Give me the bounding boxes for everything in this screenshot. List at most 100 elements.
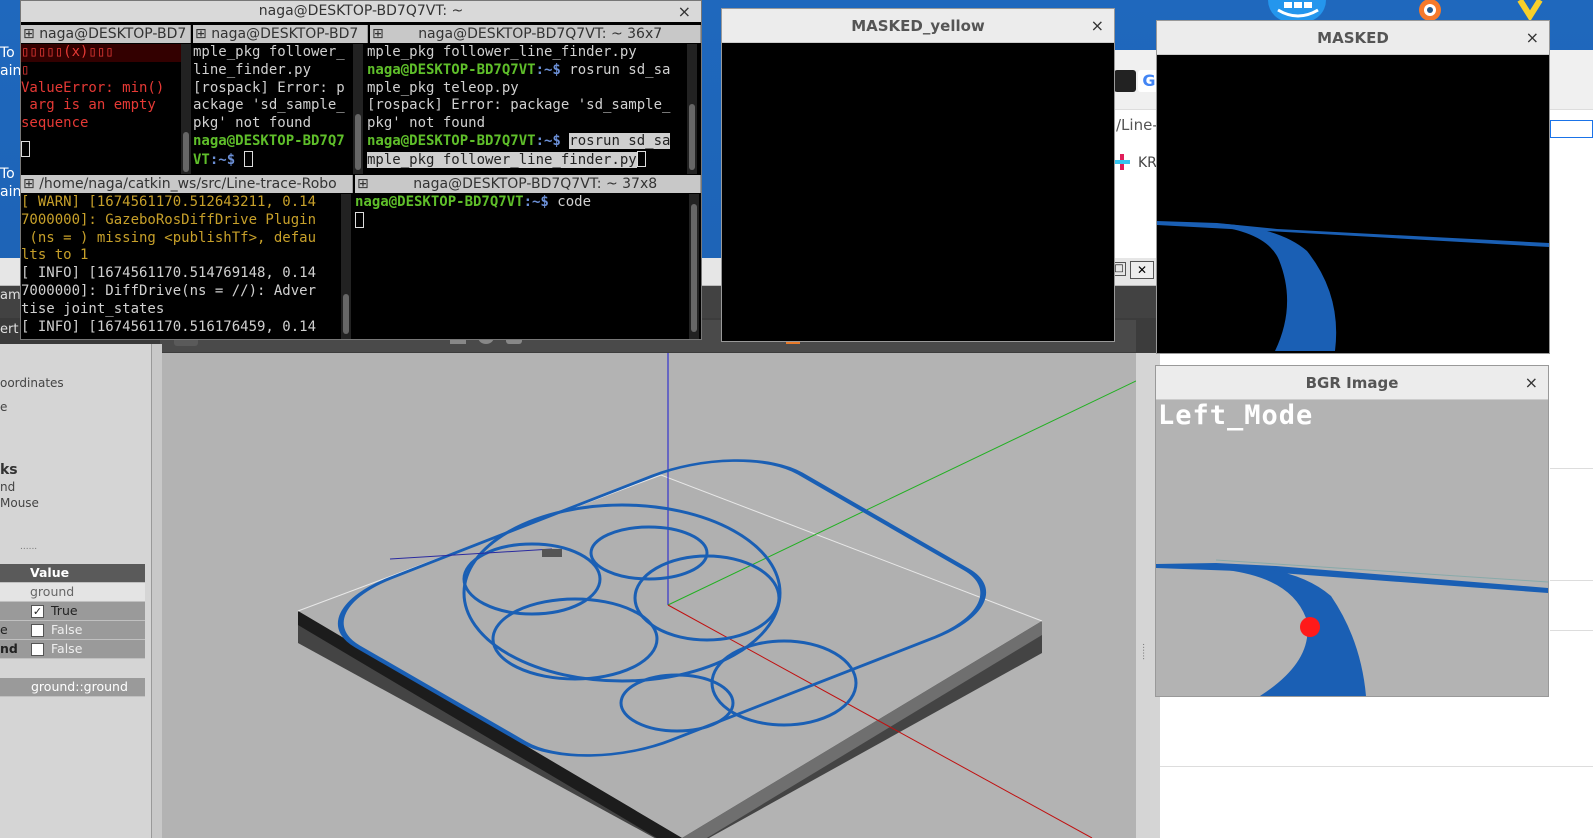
command-text: code bbox=[557, 194, 592, 210]
terminal-pane-5[interactable]: naga@DESKTOP-BD7Q7VT:~$ code bbox=[355, 194, 689, 339]
log-line: [ WARN] [1674561170.512643211, 0.14 bbox=[21, 194, 317, 210]
log-line: [ INFO] [1674561170.514769148, 0.14 bbox=[21, 265, 317, 282]
divider bbox=[1550, 580, 1593, 581]
scrollbar[interactable] bbox=[353, 44, 363, 174]
tree-item-coordinates[interactable]: oordinates bbox=[0, 376, 64, 390]
checkbox[interactable] bbox=[31, 624, 44, 637]
command-text-selected: rosrun sd_sa bbox=[569, 132, 671, 149]
prompt-user: naga@DESKTOP-BD7Q7 bbox=[193, 132, 345, 149]
tab-label: naga@DESKTOP-BD7 bbox=[211, 26, 359, 42]
scrollbar[interactable] bbox=[181, 44, 191, 174]
bgr-image bbox=[1156, 400, 1549, 696]
terminal-title: naga@DESKTOP-BD7Q7VT: ~ bbox=[258, 3, 464, 19]
close-button[interactable]: ✕ bbox=[1130, 261, 1154, 279]
window-title: BGR Image bbox=[1305, 374, 1399, 392]
scrollbar-thumb[interactable] bbox=[183, 132, 189, 172]
tab-terminal-2[interactable]: ⊞ naga@DESKTOP-BD7 bbox=[193, 25, 368, 43]
masked-yellow-window: MASKED_yellow × bbox=[721, 8, 1115, 342]
close-icon[interactable]: × bbox=[678, 1, 691, 22]
scrollbar[interactable] bbox=[689, 194, 699, 339]
close-icon[interactable]: × bbox=[1526, 21, 1539, 55]
output-line: pkg' not found bbox=[193, 115, 312, 132]
masked-titlebar: MASKED × bbox=[1157, 21, 1549, 55]
prompt-path: :~$ bbox=[535, 132, 570, 149]
prompt-path: :~$ bbox=[523, 194, 558, 210]
desktop-label-4: ain bbox=[0, 184, 22, 200]
output-line: line_finder.py bbox=[193, 61, 312, 78]
tab-terminal-5[interactable]: ⊞ naga@DESKTOP-BD7Q7VT: ~ 37x8 bbox=[355, 175, 701, 193]
scrollbar-thumb[interactable] bbox=[355, 114, 361, 170]
property-row[interactable]: ✓ True bbox=[0, 602, 145, 621]
scrollbar-thumb[interactable] bbox=[689, 104, 695, 170]
tab-label: naga@DESKTOP-BD7Q7VT: ~ 36x7 bbox=[418, 26, 663, 42]
property-row[interactable]: ground::ground bbox=[0, 678, 145, 697]
error-line: pkg' not found bbox=[367, 115, 486, 132]
bookmark-icon[interactable] bbox=[1114, 70, 1136, 92]
tab-terminal-1[interactable]: ⊞ naga@DESKTOP-BD7 bbox=[21, 25, 191, 43]
robot-model[interactable] bbox=[542, 549, 562, 557]
tree-item-links[interactable]: ks bbox=[0, 462, 18, 478]
scrollbar[interactable] bbox=[341, 194, 351, 339]
bookmark-label[interactable]: KR bbox=[1138, 155, 1157, 171]
checkbox-checked[interactable]: ✓ bbox=[31, 605, 44, 618]
tree-item-ground[interactable]: nd bbox=[0, 480, 15, 494]
garbled-output: ▯▯▯▯▯(x)▯▯▯ bbox=[21, 44, 181, 62]
desktop-label-1: To bbox=[0, 45, 15, 61]
terminal-pane-4[interactable]: [ WARN] [1674561170.512643211, 0.14 7000… bbox=[21, 194, 339, 339]
tab-insert[interactable]: ert bbox=[0, 322, 18, 337]
tab-terminal-3[interactable]: ⊞ naga@DESKTOP-BD7Q7VT: ~ 36x7 bbox=[370, 25, 701, 43]
property-label: e bbox=[0, 622, 8, 637]
browser-input-edge[interactable] bbox=[1550, 120, 1593, 138]
scrollbar[interactable] bbox=[687, 44, 697, 174]
desktop-icon-label[interactable]: To ain bbox=[0, 44, 21, 80]
tree-item-mouse[interactable]: Mouse bbox=[0, 496, 39, 510]
property-header-value: Value bbox=[30, 565, 70, 580]
slack-icon[interactable] bbox=[1114, 154, 1130, 170]
tab-label: naga@DESKTOP-BD7 bbox=[39, 26, 187, 42]
terminal-window: naga@DESKTOP-BD7Q7VT: ~ × ⊞ naga@DESKTOP… bbox=[20, 0, 702, 340]
property-label: nd bbox=[0, 641, 18, 656]
output-line: mple_pkg follower_line_finder.py bbox=[367, 44, 637, 60]
tab-terminal-4[interactable]: ⊞ /home/naga/catkin_ws/src/Line-trace-Ro… bbox=[21, 175, 353, 193]
cursor bbox=[21, 140, 30, 157]
command-text: mple_pkg teleop.py bbox=[367, 79, 519, 96]
log-line: tise joint_states bbox=[21, 300, 165, 317]
close-icon[interactable]: × bbox=[1525, 366, 1538, 400]
cursor bbox=[355, 211, 364, 228]
mode-label: Left_Mode bbox=[1158, 400, 1314, 431]
docker-icon[interactable] bbox=[1268, 0, 1326, 22]
masked-window: MASKED × bbox=[1156, 20, 1550, 354]
window-title: MASKED_yellow bbox=[851, 17, 985, 35]
scrollbar-thumb[interactable] bbox=[343, 294, 349, 334]
error-line: arg is an empty bbox=[21, 97, 156, 114]
splitter-grip[interactable]: ...... bbox=[1140, 643, 1150, 660]
browser-path-text[interactable]: /Line- bbox=[1116, 116, 1158, 134]
checkbox[interactable] bbox=[31, 643, 44, 656]
close-icon[interactable]: × bbox=[1091, 9, 1104, 43]
terminal-pane-3[interactable]: mple_pkg follower_line_finder.py naga@DE… bbox=[367, 44, 687, 174]
gazebo-3d-viewport[interactable] bbox=[162, 353, 1136, 838]
prompt-path: :~$ bbox=[209, 151, 244, 168]
terminal-pane-1[interactable]: ▯▯▯▯▯(x)▯▯▯ ▯ ValueError: min() arg is a… bbox=[21, 44, 181, 174]
blender-icon[interactable] bbox=[1404, 0, 1454, 22]
terminal-pane-2[interactable]: mple_pkg follower_ line_finder.py [rospa… bbox=[193, 44, 353, 174]
tree-item[interactable]: e bbox=[0, 400, 7, 414]
panel-splitter[interactable] bbox=[152, 344, 162, 838]
track-center-marker bbox=[1300, 617, 1320, 637]
property-row[interactable]: e False bbox=[0, 621, 145, 640]
property-row[interactable]: ground bbox=[0, 583, 145, 602]
scene-render bbox=[297, 353, 1136, 838]
app-icon[interactable] bbox=[1516, 0, 1556, 22]
scrollbar-thumb[interactable] bbox=[691, 204, 697, 332]
error-line: ValueError: min() bbox=[21, 79, 165, 96]
property-row[interactable]: nd False bbox=[0, 640, 145, 659]
desktop-icon-label-2[interactable]: To ain bbox=[0, 165, 21, 201]
prompt-user: naga@DESKTOP-BD7Q7VT bbox=[367, 61, 536, 78]
output-line: mple_pkg follower_ bbox=[193, 44, 345, 60]
error-line: sequence bbox=[21, 115, 89, 132]
error-line: [rospack] Error: package 'sd_sample_ bbox=[367, 97, 671, 114]
prompt-user: naga@DESKTOP-BD7Q7VT bbox=[367, 132, 536, 149]
splitter-grip[interactable]: ...... bbox=[20, 542, 37, 552]
window-title: MASKED bbox=[1317, 29, 1389, 47]
desktop-label-3: To bbox=[0, 166, 15, 182]
